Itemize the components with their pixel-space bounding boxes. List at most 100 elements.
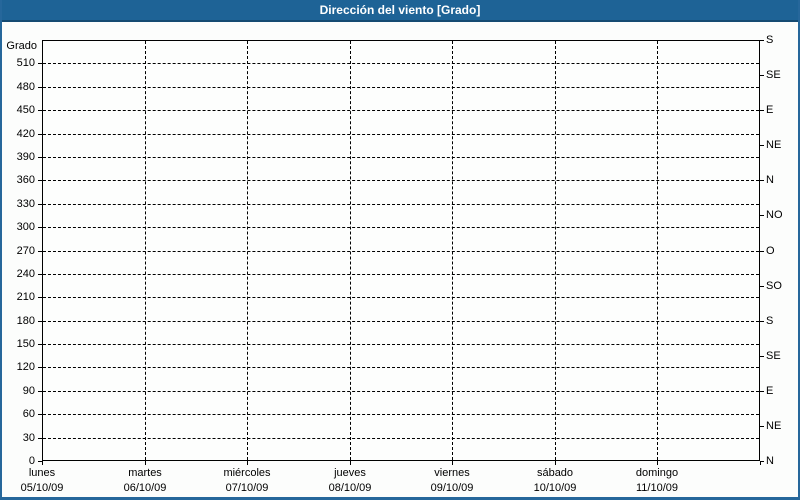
y-left-tick-label: 510: [0, 56, 35, 70]
y-left-tick: [38, 344, 42, 345]
h-gridline: [43, 87, 759, 88]
x-date-label: 05/10/09: [0, 481, 92, 495]
h-gridline: [43, 63, 759, 64]
y-right-tick-label: N: [766, 454, 774, 468]
y-left-tick-label: 240: [0, 267, 35, 281]
y-left-tick-label: 150: [0, 337, 35, 351]
x-axis-tick: [657, 461, 658, 465]
x-axis-tick: [350, 461, 351, 465]
x-date-label: 11/10/09: [607, 481, 707, 495]
y-axis-title: Grado: [0, 39, 37, 53]
y-right-tick-label: E: [766, 103, 773, 117]
x-day-label: jueves: [300, 466, 400, 480]
y-right-tick: [760, 391, 764, 392]
x-day-label: domingo: [607, 466, 707, 480]
h-gridline: [43, 204, 759, 205]
y-right-tick: [760, 180, 764, 181]
y-left-tick-label: 450: [0, 103, 35, 117]
h-gridline: [43, 227, 759, 228]
y-left-tick-label: 90: [0, 384, 35, 398]
h-gridline: [43, 157, 759, 158]
y-left-tick: [38, 297, 42, 298]
x-axis-tick: [145, 461, 146, 465]
y-left-tick: [38, 87, 42, 88]
h-gridline: [43, 391, 759, 392]
y-left-tick-label: 210: [0, 290, 35, 304]
h-gridline: [43, 414, 759, 415]
y-right-tick: [760, 110, 764, 111]
x-date-label: 10/10/09: [505, 481, 605, 495]
x-day-label: miércoles: [197, 466, 297, 480]
y-right-tick-label: SO: [766, 279, 782, 293]
x-axis-tick: [42, 461, 43, 465]
y-left-tick-label: 420: [0, 127, 35, 141]
v-gridline: [657, 41, 658, 460]
h-gridline: [43, 297, 759, 298]
h-gridline: [43, 110, 759, 111]
y-left-tick-label: 60: [0, 407, 35, 421]
y-left-tick: [38, 227, 42, 228]
y-left-tick-label: 390: [0, 150, 35, 164]
v-gridline: [247, 41, 248, 460]
h-gridline: [43, 367, 759, 368]
chart-canvas: 0306090120150180210240270300330360390420…: [0, 0, 800, 500]
y-right-tick-label: N: [766, 173, 774, 187]
y-left-tick-label: 180: [0, 314, 35, 328]
v-gridline: [452, 41, 453, 460]
x-axis-tick: [247, 461, 248, 465]
y-left-tick: [38, 414, 42, 415]
y-left-tick-label: 360: [0, 173, 35, 187]
v-gridline: [145, 41, 146, 460]
x-date-label: 08/10/09: [300, 481, 400, 495]
x-date-label: 09/10/09: [402, 481, 502, 495]
y-left-tick: [38, 321, 42, 322]
y-left-tick-label: 300: [0, 220, 35, 234]
x-axis-tick: [760, 461, 761, 465]
v-gridline: [350, 41, 351, 460]
x-day-label: lunes: [0, 466, 92, 480]
y-left-tick: [38, 251, 42, 252]
y-right-tick-label: NO: [766, 208, 783, 222]
y-right-tick-label: O: [766, 244, 775, 258]
chart-window: Dirección del viento [Grado] 03060901201…: [0, 0, 800, 500]
x-day-label: sábado: [505, 466, 605, 480]
y-left-tick: [38, 63, 42, 64]
y-left-tick-label: 120: [0, 360, 35, 374]
x-axis-tick: [555, 461, 556, 465]
y-left-tick-label: 270: [0, 244, 35, 258]
y-right-tick: [760, 215, 764, 216]
y-left-tick: [38, 180, 42, 181]
y-right-tick-label: S: [766, 33, 773, 47]
y-right-tick-label: SE: [766, 68, 781, 82]
x-date-label: 07/10/09: [197, 481, 297, 495]
h-gridline: [43, 251, 759, 252]
y-left-tick: [38, 367, 42, 368]
y-right-tick-label: NE: [766, 138, 781, 152]
y-right-tick: [760, 426, 764, 427]
y-left-tick-label: 330: [0, 197, 35, 211]
h-gridline: [43, 321, 759, 322]
x-axis-tick: [452, 461, 453, 465]
y-right-tick-label: E: [766, 384, 773, 398]
h-gridline: [43, 180, 759, 181]
y-right-tick: [760, 321, 764, 322]
h-gridline: [43, 134, 759, 135]
y-right-tick: [760, 286, 764, 287]
h-gridline: [43, 344, 759, 345]
x-day-label: viernes: [402, 466, 502, 480]
y-right-tick: [760, 75, 764, 76]
y-right-tick-label: S: [766, 314, 773, 328]
y-left-tick: [38, 438, 42, 439]
y-left-tick: [38, 391, 42, 392]
y-right-tick-label: SE: [766, 349, 781, 363]
y-left-tick: [38, 274, 42, 275]
y-left-tick-label: 480: [0, 80, 35, 94]
y-right-tick: [760, 251, 764, 252]
y-left-tick: [38, 134, 42, 135]
y-right-tick: [760, 145, 764, 146]
y-left-tick: [38, 157, 42, 158]
y-right-tick-label: NE: [766, 419, 781, 433]
h-gridline: [43, 274, 759, 275]
y-left-tick-label: 30: [0, 431, 35, 445]
h-gridline: [43, 438, 759, 439]
